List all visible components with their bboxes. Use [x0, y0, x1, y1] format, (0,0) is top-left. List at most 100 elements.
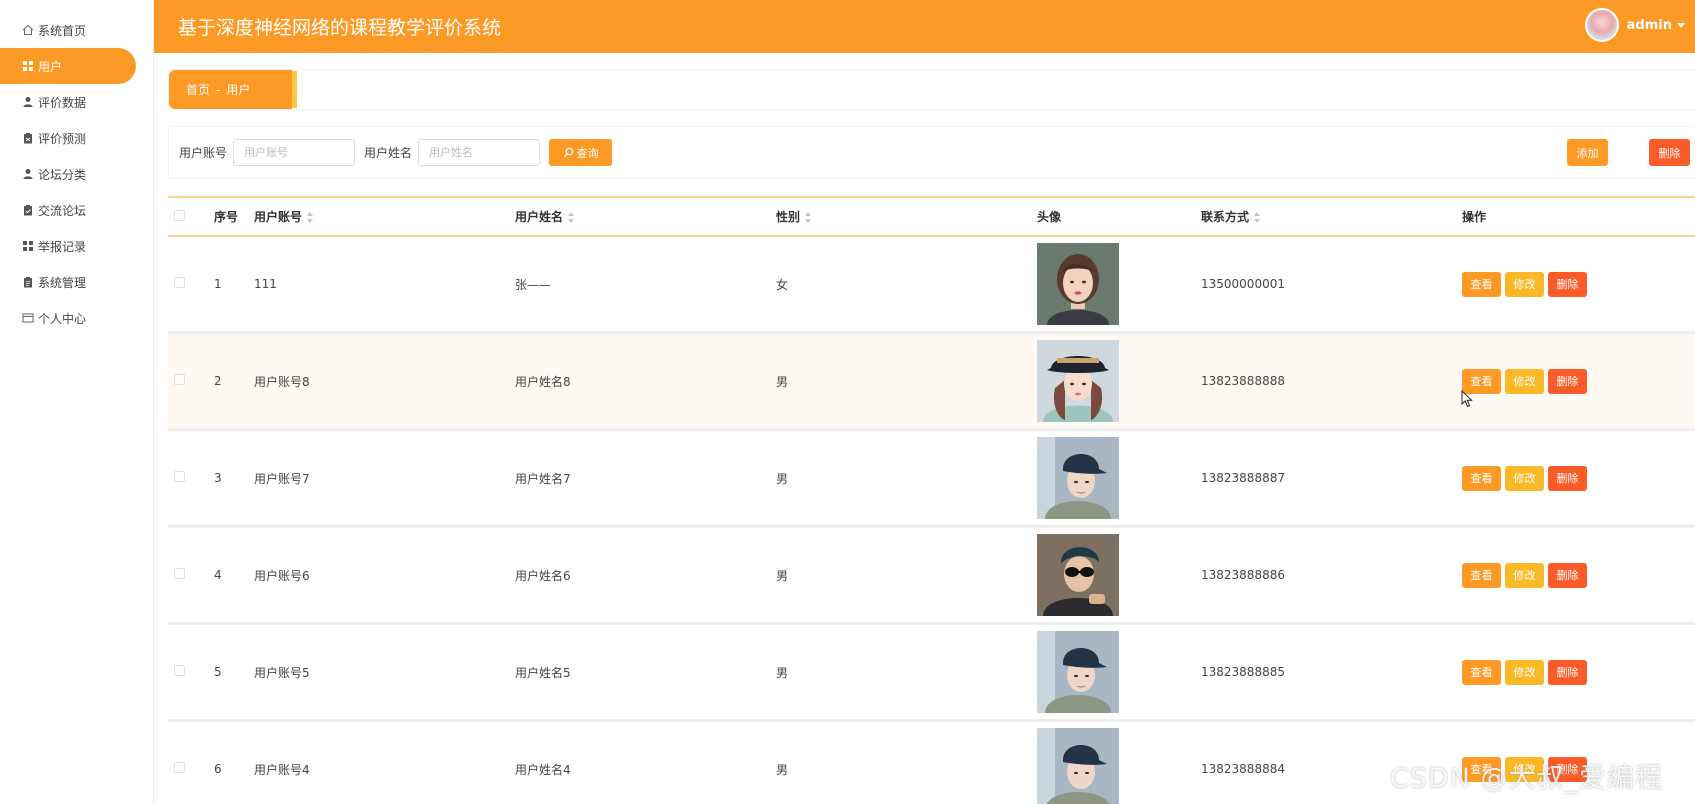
- cell-phone: 13823888888: [1201, 374, 1285, 388]
- edit-button[interactable]: 修改: [1505, 368, 1544, 394]
- table-row: 3 用户账号7 用户姓名7 男 13823888887 查看 修改 删除: [168, 431, 1695, 528]
- avatar: [1584, 8, 1619, 42]
- home-icon: [22, 24, 34, 36]
- search-bar: 用户账号 用户姓名 查询 添加 删除: [168, 126, 1695, 179]
- sort-icon[interactable]: [307, 212, 314, 223]
- sort-icon[interactable]: [805, 212, 812, 223]
- search-button-label: 查询: [576, 146, 599, 160]
- cell-name: 用户姓名8: [515, 374, 571, 389]
- delete-button[interactable]: 删除: [1548, 368, 1587, 394]
- breadcrumb: 首页 - 用户: [169, 70, 292, 109]
- header-phone[interactable]: 联系方式: [1201, 208, 1462, 225]
- breadcrumb-home[interactable]: 首页: [186, 81, 210, 98]
- row-actions: 查看 修改 删除: [1462, 465, 1695, 491]
- cell-account: 111: [254, 277, 277, 291]
- sidebar-item-label: 论坛分类: [38, 167, 87, 182]
- account-input[interactable]: [233, 139, 356, 166]
- view-button[interactable]: 查看: [1462, 271, 1501, 297]
- header-actions: 操作: [1462, 210, 1487, 224]
- row-checkbox[interactable]: [174, 374, 185, 385]
- clipboard-icon: [22, 132, 34, 144]
- cell-no: 4: [214, 568, 222, 582]
- row-checkbox[interactable]: [174, 277, 185, 288]
- cell-name: 张——: [515, 277, 552, 292]
- sidebar-item-label: 评价预测: [38, 131, 87, 146]
- table-row: 2 用户账号8 用户姓名8 男 13823888888 查看 修改 删除: [168, 334, 1695, 431]
- sidebar-item-reports[interactable]: 举报记录: [0, 228, 153, 264]
- add-button[interactable]: 添加: [1567, 139, 1608, 166]
- row-actions: 查看 修改 删除: [1462, 271, 1695, 297]
- row-actions: 查看 修改 删除: [1462, 659, 1695, 685]
- watermark: CSDN @大叔_爱编程: [1389, 763, 1663, 794]
- user-photo[interactable]: [1037, 631, 1119, 713]
- sidebar-item-label: 系统管理: [38, 275, 87, 290]
- sidebar-item-forum-category[interactable]: 论坛分类: [0, 156, 153, 192]
- cell-name: 用户姓名5: [515, 665, 571, 680]
- sidebar-item-forum[interactable]: 交流论坛: [0, 192, 153, 228]
- grid-icon: [22, 60, 34, 72]
- sort-icon[interactable]: [568, 212, 575, 223]
- username: admin: [1626, 17, 1672, 33]
- row-actions: 查看 修改 删除: [1462, 368, 1695, 394]
- search-icon: [563, 147, 573, 158]
- cell-phone: 13500000001: [1201, 277, 1285, 291]
- name-input[interactable]: [418, 139, 541, 166]
- row-checkbox[interactable]: [174, 762, 185, 773]
- sidebar-item-users[interactable]: 用户: [0, 48, 136, 84]
- header-name[interactable]: 用户姓名: [515, 208, 776, 225]
- cell-account: 用户账号6: [254, 568, 310, 583]
- mouse-cursor-icon: [1461, 390, 1473, 408]
- user-photo[interactable]: [1037, 728, 1119, 804]
- cell-no: 2: [214, 374, 222, 388]
- account-label: 用户账号: [179, 146, 228, 160]
- users-table: 序号 用户账号 用户姓名 性别 头像 联系方式 操作 1 111 张—— 女 1…: [168, 196, 1695, 804]
- edit-button[interactable]: 修改: [1505, 271, 1544, 297]
- delete-button[interactable]: 删除: [1548, 465, 1587, 491]
- header-gender[interactable]: 性别: [776, 208, 1037, 225]
- view-button[interactable]: 查看: [1462, 562, 1501, 588]
- cell-name: 用户姓名6: [515, 568, 571, 583]
- select-all-checkbox[interactable]: [174, 209, 185, 221]
- edit-button[interactable]: 修改: [1505, 562, 1544, 588]
- table-row: 4 用户账号6 用户姓名6 男 13823888886 查看 修改 删除: [168, 528, 1695, 625]
- edit-button[interactable]: 修改: [1505, 465, 1544, 491]
- cell-name: 用户姓名4: [515, 762, 571, 777]
- cell-account: 用户账号7: [254, 471, 310, 486]
- user-menu[interactable]: admin: [1584, 8, 1685, 42]
- sidebar-item-eval-predict[interactable]: 评价预测: [0, 120, 153, 156]
- sidebar-item-eval-data[interactable]: 评价数据: [0, 84, 153, 120]
- user-photo[interactable]: [1037, 437, 1119, 519]
- delete-button[interactable]: 删除: [1548, 271, 1587, 297]
- caret-down-icon: [1677, 22, 1685, 28]
- user-photo[interactable]: [1037, 534, 1119, 616]
- header-gender-label: 性别: [776, 210, 801, 224]
- card-icon: [22, 312, 34, 324]
- breadcrumb-bar: 首页 - 用户: [168, 69, 1695, 110]
- view-button[interactable]: 查看: [1462, 465, 1501, 491]
- user-photo[interactable]: [1037, 243, 1119, 325]
- header-avatar: 头像: [1037, 210, 1062, 224]
- cell-no: 6: [214, 762, 222, 776]
- user-photo[interactable]: [1037, 340, 1119, 422]
- cell-phone: 13823888885: [1201, 665, 1285, 679]
- sort-icon[interactable]: [1254, 212, 1261, 223]
- row-checkbox[interactable]: [174, 471, 185, 482]
- sidebar-item-system[interactable]: 系统管理: [0, 264, 153, 300]
- cell-gender: 女: [776, 277, 789, 292]
- batch-delete-button[interactable]: 删除: [1649, 139, 1690, 166]
- delete-button[interactable]: 删除: [1548, 562, 1587, 588]
- person-icon: [22, 96, 34, 108]
- row-checkbox[interactable]: [174, 665, 185, 676]
- row-checkbox[interactable]: [174, 568, 185, 579]
- cell-account: 用户账号4: [254, 762, 310, 777]
- search-button[interactable]: 查询: [549, 139, 613, 166]
- sidebar-item-home[interactable]: 系统首页: [0, 12, 153, 48]
- edit-button[interactable]: 修改: [1505, 659, 1544, 685]
- sidebar-item-profile[interactable]: 个人中心: [0, 300, 153, 336]
- delete-button[interactable]: 删除: [1548, 659, 1587, 685]
- header-account[interactable]: 用户账号: [254, 208, 515, 225]
- header-no: 序号: [214, 210, 239, 224]
- grid-icon: [22, 240, 34, 252]
- view-button[interactable]: 查看: [1462, 659, 1501, 685]
- cell-account: 用户账号5: [254, 665, 310, 680]
